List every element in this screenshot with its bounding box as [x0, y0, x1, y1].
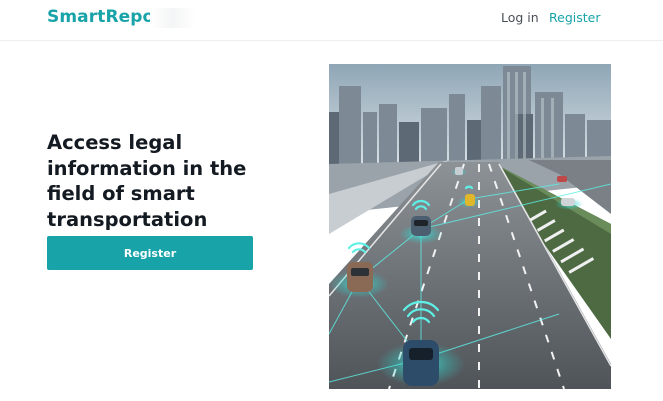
smart-traffic-highway-image — [329, 64, 611, 389]
page-title: Access legal information in the field of… — [47, 131, 247, 231]
logo-shadow — [150, 8, 196, 28]
site-header: SmartRepo Log in Register — [0, 0, 663, 41]
hero-image — [329, 64, 611, 389]
register-link[interactable]: Register — [549, 10, 600, 25]
logo[interactable]: SmartRepo — [47, 7, 154, 27]
login-link[interactable]: Log in — [501, 10, 539, 25]
register-button[interactable]: Register — [47, 236, 253, 270]
